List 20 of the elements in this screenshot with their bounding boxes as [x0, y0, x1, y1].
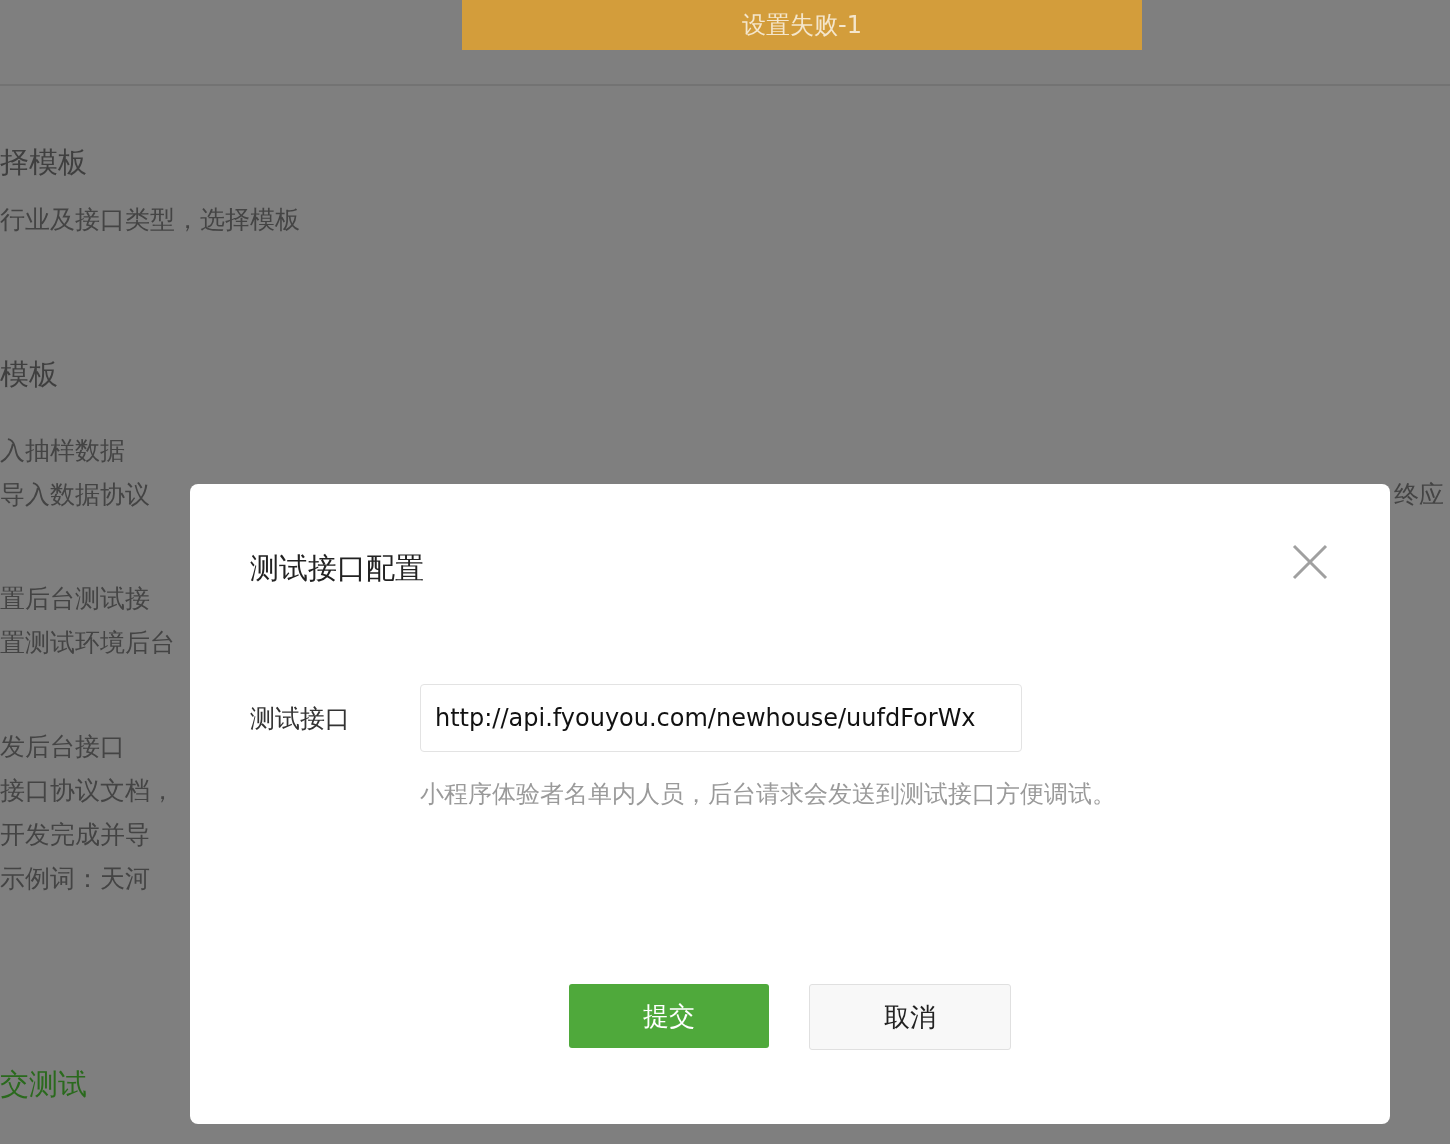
step-description: 开发完成并导 [0, 819, 150, 851]
error-toast: 设置失败-1 [462, 0, 1142, 50]
step-description: 行业及接口类型，选择模板 [0, 204, 300, 236]
field-label: 测试接口 [250, 702, 351, 735]
step-description: 接口协议文档， [0, 775, 175, 807]
step-description: 示例词：天河 [0, 863, 150, 895]
dialog-title: 测试接口配置 [250, 550, 424, 587]
close-icon [1292, 544, 1328, 580]
section-heading: 择模板 [0, 144, 87, 181]
step-title: 置后台测试接 [0, 583, 150, 615]
field-hint: 小程序体验者名单内人员，后台请求会发送到测试接口方便调试。 [420, 779, 1117, 810]
section-heading: 模板 [0, 356, 58, 393]
close-button[interactable] [1291, 543, 1329, 581]
url-input-field[interactable]: http://api.fyouyou.com/newhouse/uufdForWx [420, 684, 1022, 752]
step-description: 置测试环境后台 [0, 627, 175, 659]
cancel-button[interactable]: 取消 [809, 984, 1011, 1050]
step-title: 发后台接口 [0, 731, 125, 763]
step-description: 导入数据协议 [0, 479, 150, 511]
step-title: 入抽样数据 [0, 435, 125, 467]
step-description: 终应 [1394, 479, 1445, 511]
